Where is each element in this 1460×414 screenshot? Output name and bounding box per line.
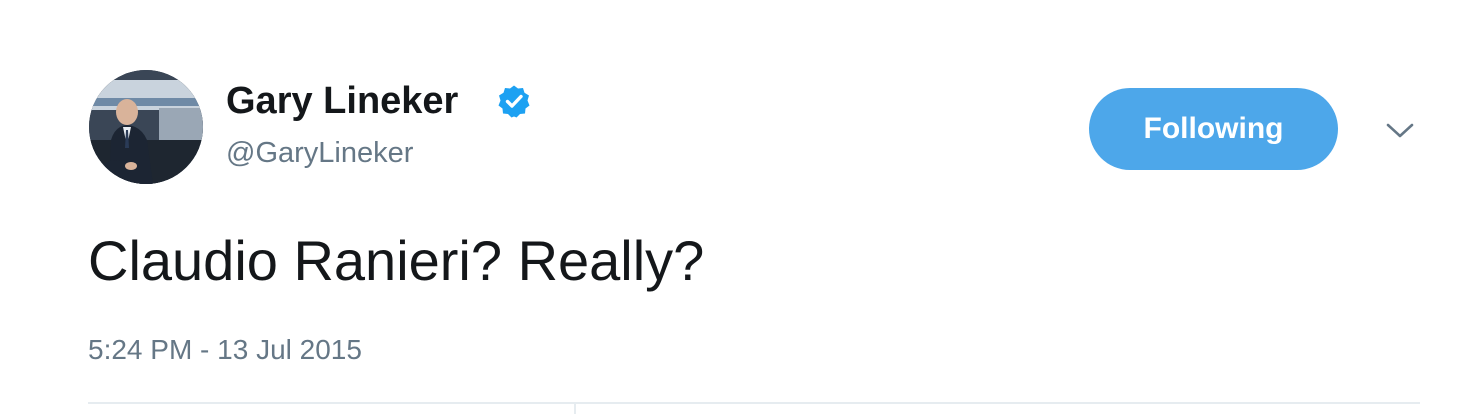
verified-badge-icon bbox=[498, 85, 530, 118]
chevron-down-icon[interactable] bbox=[1384, 119, 1416, 143]
divider-notch bbox=[574, 402, 576, 414]
author-display-name[interactable]: Gary Lineker bbox=[226, 78, 458, 124]
tweet-timestamp[interactable]: 5:24 PM - 13 Jul 2015 bbox=[88, 331, 362, 369]
tweet-text: Claudio Ranieri? Really? bbox=[88, 229, 705, 292]
following-button[interactable]: Following bbox=[1089, 88, 1338, 170]
author-handle[interactable]: @GaryLineker bbox=[226, 134, 413, 172]
profile-photo-icon bbox=[89, 70, 203, 184]
author-avatar[interactable] bbox=[89, 70, 203, 184]
divider bbox=[88, 402, 1420, 404]
tweet-card: Gary Lineker @GaryLineker Following Clau… bbox=[0, 0, 1460, 414]
